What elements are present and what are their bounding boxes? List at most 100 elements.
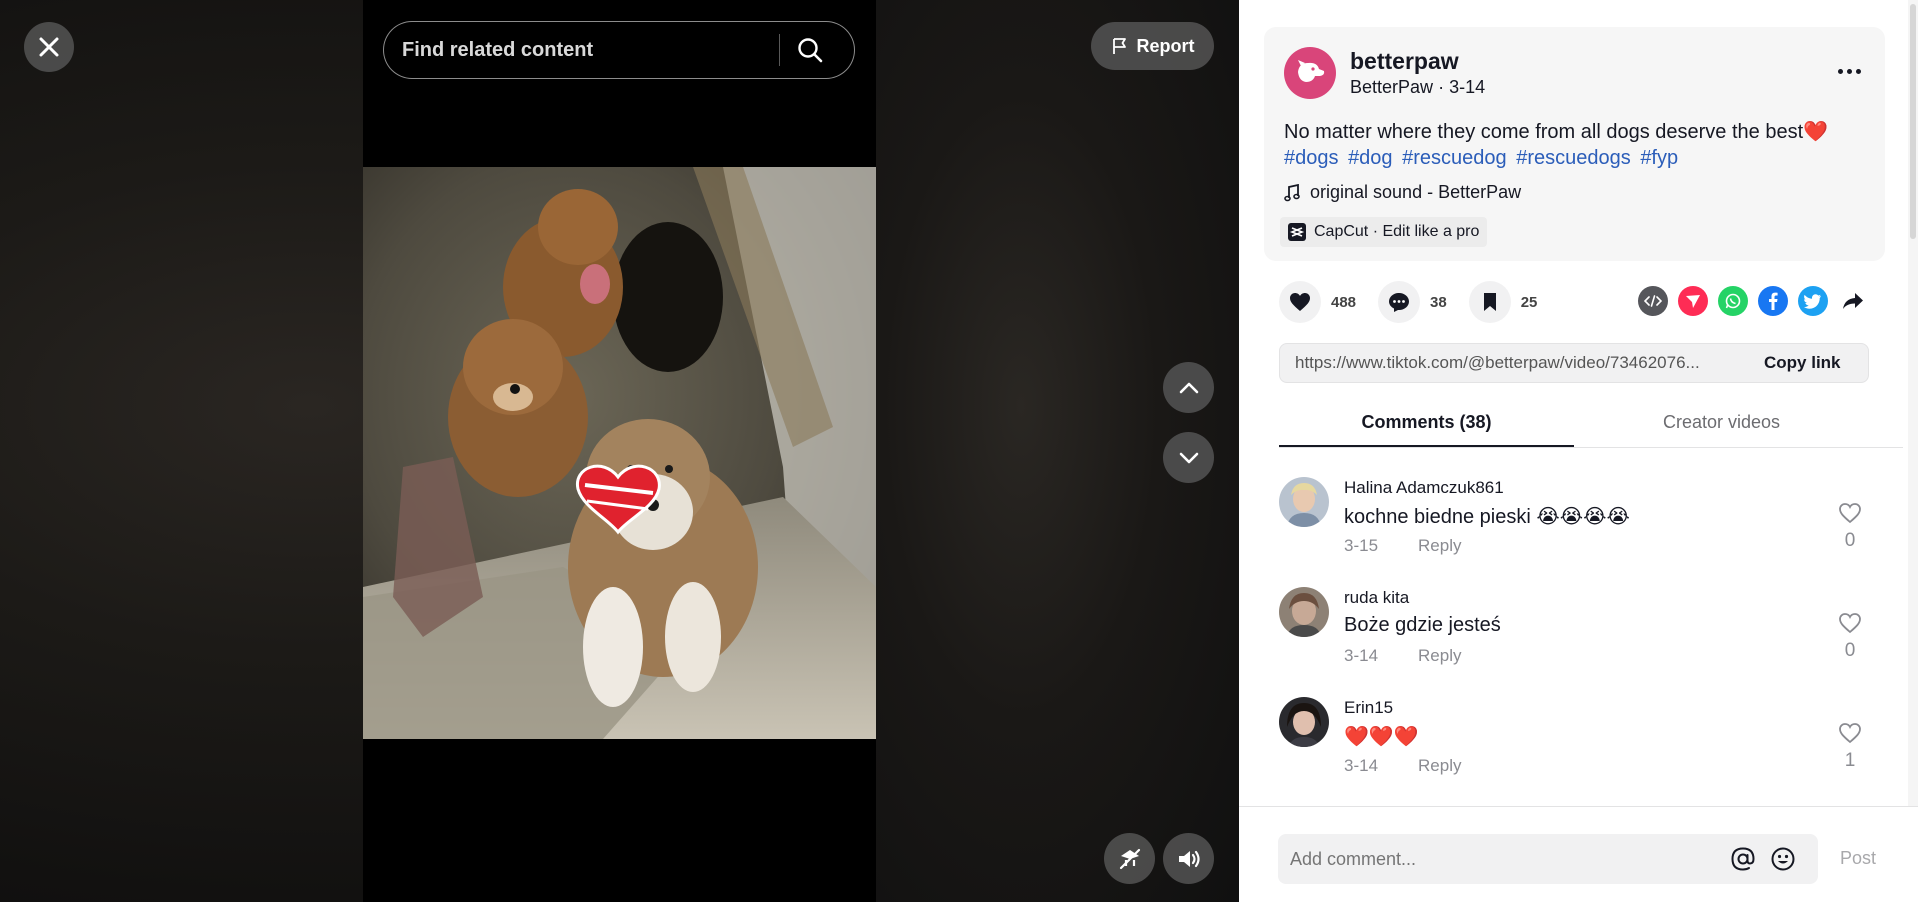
search-bar bbox=[383, 21, 855, 79]
panel-tabs: Comments (38) Creator videos bbox=[1279, 402, 1903, 448]
comment-author[interactable]: Erin15 bbox=[1344, 698, 1393, 718]
creator-display-name[interactable]: BetterPaw bbox=[1350, 77, 1433, 97]
hashtag-link[interactable]: #dogs bbox=[1284, 147, 1339, 169]
facebook-share-button[interactable] bbox=[1758, 286, 1788, 316]
embed-code-icon bbox=[1644, 295, 1662, 307]
heart-outline-icon bbox=[1839, 503, 1861, 524]
embed-share-button[interactable] bbox=[1638, 286, 1668, 316]
search-icon bbox=[798, 38, 823, 63]
avatar[interactable] bbox=[1279, 477, 1329, 527]
heart-outline-icon bbox=[1839, 723, 1861, 744]
music-link[interactable]: original sound - BetterPaw bbox=[1284, 182, 1521, 203]
close-icon bbox=[39, 37, 59, 57]
whatsapp-share-button[interactable] bbox=[1718, 286, 1748, 316]
comment-date: 3-15 bbox=[1344, 536, 1379, 555]
comment-author[interactable]: Halina Adamczuk861 bbox=[1344, 478, 1504, 498]
video-url[interactable]: https://www.tiktok.com/@betterpaw/video/… bbox=[1280, 353, 1750, 373]
comment-text: ❤️❤️❤️ bbox=[1344, 726, 1419, 748]
volume-button[interactable] bbox=[1163, 833, 1214, 884]
details-panel: betterpaw BetterPaw · 3-14 No matter whe… bbox=[1239, 0, 1918, 902]
reply-button[interactable]: Reply bbox=[1418, 536, 1461, 556]
save-button[interactable]: 25 bbox=[1468, 281, 1538, 323]
mention-button[interactable] bbox=[1728, 844, 1758, 874]
floating-player-off-icon bbox=[1119, 848, 1140, 869]
like-button[interactable]: 488 bbox=[1279, 281, 1356, 323]
save-count: 25 bbox=[1520, 293, 1538, 311]
creator-subline: BetterPaw · 3-14 bbox=[1350, 77, 1485, 98]
separator-dot: · bbox=[1438, 77, 1450, 97]
twitter-bird-icon bbox=[1804, 293, 1821, 309]
comment-count: 38 bbox=[1430, 293, 1447, 311]
comment-like-count: 0 bbox=[1844, 530, 1856, 551]
dot bbox=[1846, 68, 1852, 74]
hashtag-link[interactable]: #rescuedogs bbox=[1516, 147, 1631, 169]
comment-item: Halina Adamczuk861 kochne biedne pieski … bbox=[1279, 472, 1879, 582]
send-to-friends-button[interactable] bbox=[1678, 286, 1708, 316]
comment-item: Erin15 ❤️❤️❤️ 3-14 Reply 1 bbox=[1279, 692, 1879, 802]
report-label: Report bbox=[1136, 35, 1195, 56]
at-sign-icon bbox=[1731, 847, 1755, 871]
copy-link-button[interactable]: Copy link bbox=[1750, 353, 1841, 373]
comment-meta: 3-15 Reply bbox=[1344, 536, 1462, 556]
volume-icon bbox=[1178, 850, 1200, 867]
reply-button[interactable]: Reply bbox=[1418, 756, 1461, 776]
comment-meta: 3-14 Reply bbox=[1344, 646, 1462, 666]
report-button[interactable]: Report bbox=[1091, 22, 1214, 70]
hashtag-link[interactable]: #dog bbox=[1348, 147, 1393, 169]
save-circle bbox=[1468, 281, 1511, 323]
comment-composer: Post bbox=[1239, 806, 1918, 902]
heart-icon bbox=[1290, 293, 1310, 311]
search-input[interactable] bbox=[384, 38, 779, 62]
comment-date: 3-14 bbox=[1344, 646, 1379, 665]
post-date: 3-14 bbox=[1449, 77, 1486, 97]
emoji-smile-icon bbox=[1771, 847, 1795, 871]
emoji-button[interactable] bbox=[1768, 844, 1798, 874]
video-link-box: https://www.tiktok.com/@betterpaw/video/… bbox=[1279, 343, 1869, 383]
dot bbox=[1837, 68, 1843, 74]
tab-creator-videos[interactable]: Creator videos bbox=[1574, 402, 1869, 447]
comment-date: 3-14 bbox=[1344, 756, 1379, 775]
panel-scrollbar[interactable] bbox=[1908, 0, 1918, 806]
comment-text: Boże gdzie jesteś bbox=[1344, 614, 1501, 636]
scrollbar-thumb[interactable] bbox=[1910, 4, 1916, 239]
music-label: original sound - BetterPaw bbox=[1310, 182, 1522, 202]
more-options-button[interactable] bbox=[1831, 59, 1867, 83]
hashtag-list: #dogs #dog #rescuedog #rescuedogs #fyp bbox=[1284, 145, 1682, 172]
reply-button[interactable]: Reply bbox=[1418, 646, 1461, 666]
tab-comments[interactable]: Comments (38) bbox=[1279, 402, 1574, 447]
previous-video-button[interactable] bbox=[1163, 362, 1214, 413]
next-video-button[interactable] bbox=[1163, 432, 1214, 483]
twitter-share-button[interactable] bbox=[1798, 286, 1828, 316]
floating-player-button[interactable] bbox=[1104, 833, 1155, 884]
comment-like-button[interactable]: 1 bbox=[1835, 722, 1865, 772]
comment-input[interactable] bbox=[1278, 848, 1718, 870]
comment-bubble-icon bbox=[1389, 292, 1410, 312]
dog-logo-icon bbox=[1298, 60, 1325, 82]
hashtag-link[interactable]: #rescuedog bbox=[1402, 147, 1507, 169]
post-comment-button[interactable]: Post bbox=[1840, 848, 1876, 869]
music-note-icon bbox=[1284, 183, 1300, 201]
chevron-up-icon bbox=[1179, 382, 1198, 393]
hashtag-link[interactable]: #fyp bbox=[1640, 147, 1678, 169]
close-button[interactable] bbox=[24, 22, 74, 72]
comment-button[interactable]: 38 bbox=[1378, 281, 1447, 323]
dot bbox=[1855, 68, 1861, 74]
comment-author[interactable]: ruda kita bbox=[1344, 588, 1409, 608]
facebook-icon bbox=[1769, 292, 1778, 310]
heart-outline-icon bbox=[1839, 613, 1861, 634]
avatar[interactable] bbox=[1279, 587, 1329, 637]
comment-like-button[interactable]: 0 bbox=[1835, 612, 1865, 662]
search-button[interactable] bbox=[780, 21, 840, 79]
post-caption: No matter where they come from all dogs … bbox=[1284, 121, 1829, 143]
comment-like-count: 0 bbox=[1844, 640, 1856, 661]
capcut-link[interactable]: CapCut · Edit like a pro bbox=[1280, 217, 1488, 247]
comment-input-box bbox=[1278, 834, 1818, 884]
avatar[interactable] bbox=[1279, 697, 1329, 747]
whatsapp-icon bbox=[1725, 293, 1741, 309]
chevron-down-icon bbox=[1179, 452, 1198, 463]
creator-handle[interactable]: betterpaw bbox=[1350, 48, 1459, 75]
more-share-button[interactable] bbox=[1838, 286, 1868, 316]
comment-like-button[interactable]: 0 bbox=[1835, 502, 1865, 552]
creator-avatar[interactable] bbox=[1284, 47, 1336, 99]
like-circle bbox=[1279, 281, 1321, 323]
